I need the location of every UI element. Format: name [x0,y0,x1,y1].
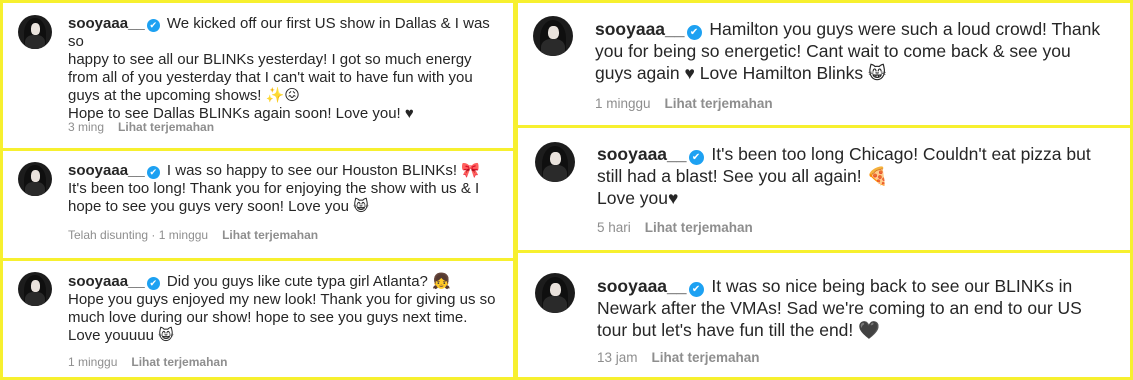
comment-meta: 1 minggu Lihat terjemahan [68,355,227,369]
see-translation-link[interactable]: Lihat terjemahan [652,350,760,365]
comment-text-line: It's been too long Chicago! Couldn't eat… [711,144,1091,164]
comment-text-line: much love during our show! hope to see y… [68,309,468,326]
see-translation-link[interactable]: Lihat terjemahan [645,220,753,235]
timestamp: Telah disunting · 1 minggu [68,228,209,242]
timestamp: 1 minggu [595,96,651,111]
timestamp: 13 jam [597,350,638,365]
timestamp: 1 minggu [68,355,118,369]
comment-meta: 13 jam Lihat terjemahan [597,350,760,365]
comment-text-line: guys at the upcoming shows! ✨😖 [68,87,300,104]
timestamp: 5 hari [597,220,631,235]
avatar[interactable] [535,273,575,313]
comment-text-line: Love you♥ [597,188,679,208]
comment-text-line: It was so nice being back to see our BLI… [711,276,1073,296]
comment-text-line: Love youuuu 😸 [68,327,174,344]
see-translation-link[interactable]: Lihat terjemahan [131,355,227,369]
see-translation-link[interactable]: Lihat terjemahan [222,228,318,242]
username[interactable]: sooyaaa__ [68,162,145,179]
username[interactable]: sooyaaa__ [595,19,685,39]
comment-hamilton: sooyaaa__ ✔ Hamilton you guys were such a… [518,3,1130,125]
collage-frame: sooyaaa__ ✔ We kicked off our first US sh… [0,0,1133,380]
avatar[interactable] [18,15,52,49]
verified-badge-icon: ✔ [686,25,702,40]
comment-text-line: I was so happy to see our Houston BLINKs… [166,162,480,179]
comment-text-line: Did you guys like cute typa girl Atlanta… [166,273,451,290]
comment-newark: sooyaaa__ ✔ It was so nice being back to … [518,253,1130,380]
avatar[interactable] [18,272,52,306]
comment-text-line: tour but let's have fun till the end! 🖤 [597,320,880,340]
timestamp: 3 ming [68,120,105,134]
username[interactable]: sooyaaa__ [597,144,687,164]
avatar[interactable] [533,16,573,56]
comment-text-line: you for being so energetic! Cant wait to… [595,41,1071,61]
verified-badge-icon: ✔ [146,277,160,290]
avatar[interactable] [535,142,575,182]
comment-dallas: sooyaaa__ ✔ We kicked off our first US sh… [3,3,513,148]
verified-badge-icon: ✔ [688,282,704,297]
comment-meta: 5 hari Lihat terjemahan [597,220,753,235]
comment-chicago: sooyaaa__ ✔ It's been too long Chicago! C… [518,128,1130,250]
comment-text-line: hope to see you guys very soon! Love you… [68,198,369,215]
comment-houston: sooyaaa__ ✔ I was so happy to see our Hou… [3,151,513,258]
verified-badge-icon: ✔ [146,19,160,32]
comment-atlanta: sooyaaa__ ✔ Did you guys like cute typa g… [3,261,513,380]
comment-meta: 3 ming Lihat terjemahan [68,120,214,134]
avatar[interactable] [18,162,52,196]
comment-text-line: Hope you guys enjoyed my new look! Thank… [68,291,496,308]
left-column: sooyaaa__ ✔ We kicked off our first US sh… [0,0,516,380]
comment-text-line: from all of you yesterday that I can't w… [68,69,473,86]
comment-text-line: Newark after the VMAs! Sad we're coming … [597,298,1082,318]
comment-meta: 1 minggu Lihat terjemahan [595,96,773,111]
comment-meta: Telah disunting · 1 minggu Lihat terjemah… [68,228,318,242]
verified-badge-icon: ✔ [146,166,160,179]
right-column: sooyaaa__ ✔ Hamilton you guys were such a… [516,0,1133,380]
comment-text-line: happy to see all our BLINKs yesterday! I… [68,51,472,68]
username[interactable]: sooyaaa__ [68,273,145,290]
see-translation-link[interactable]: Lihat terjemahan [118,120,214,134]
username[interactable]: sooyaaa__ [597,276,687,296]
comment-text-line: It's been too long! Thank you for enjoyi… [68,180,480,197]
comment-text-line: still had a blast! See you all again! 🍕 [597,166,889,186]
comment-text-line: Hamilton you guys were such a loud crowd… [709,19,1101,39]
username[interactable]: sooyaaa__ [68,15,145,32]
see-translation-link[interactable]: Lihat terjemahan [665,96,773,111]
comment-text-line: guys again ♥ Love Hamilton Blinks 😸 [595,63,887,83]
verified-badge-icon: ✔ [688,150,704,165]
